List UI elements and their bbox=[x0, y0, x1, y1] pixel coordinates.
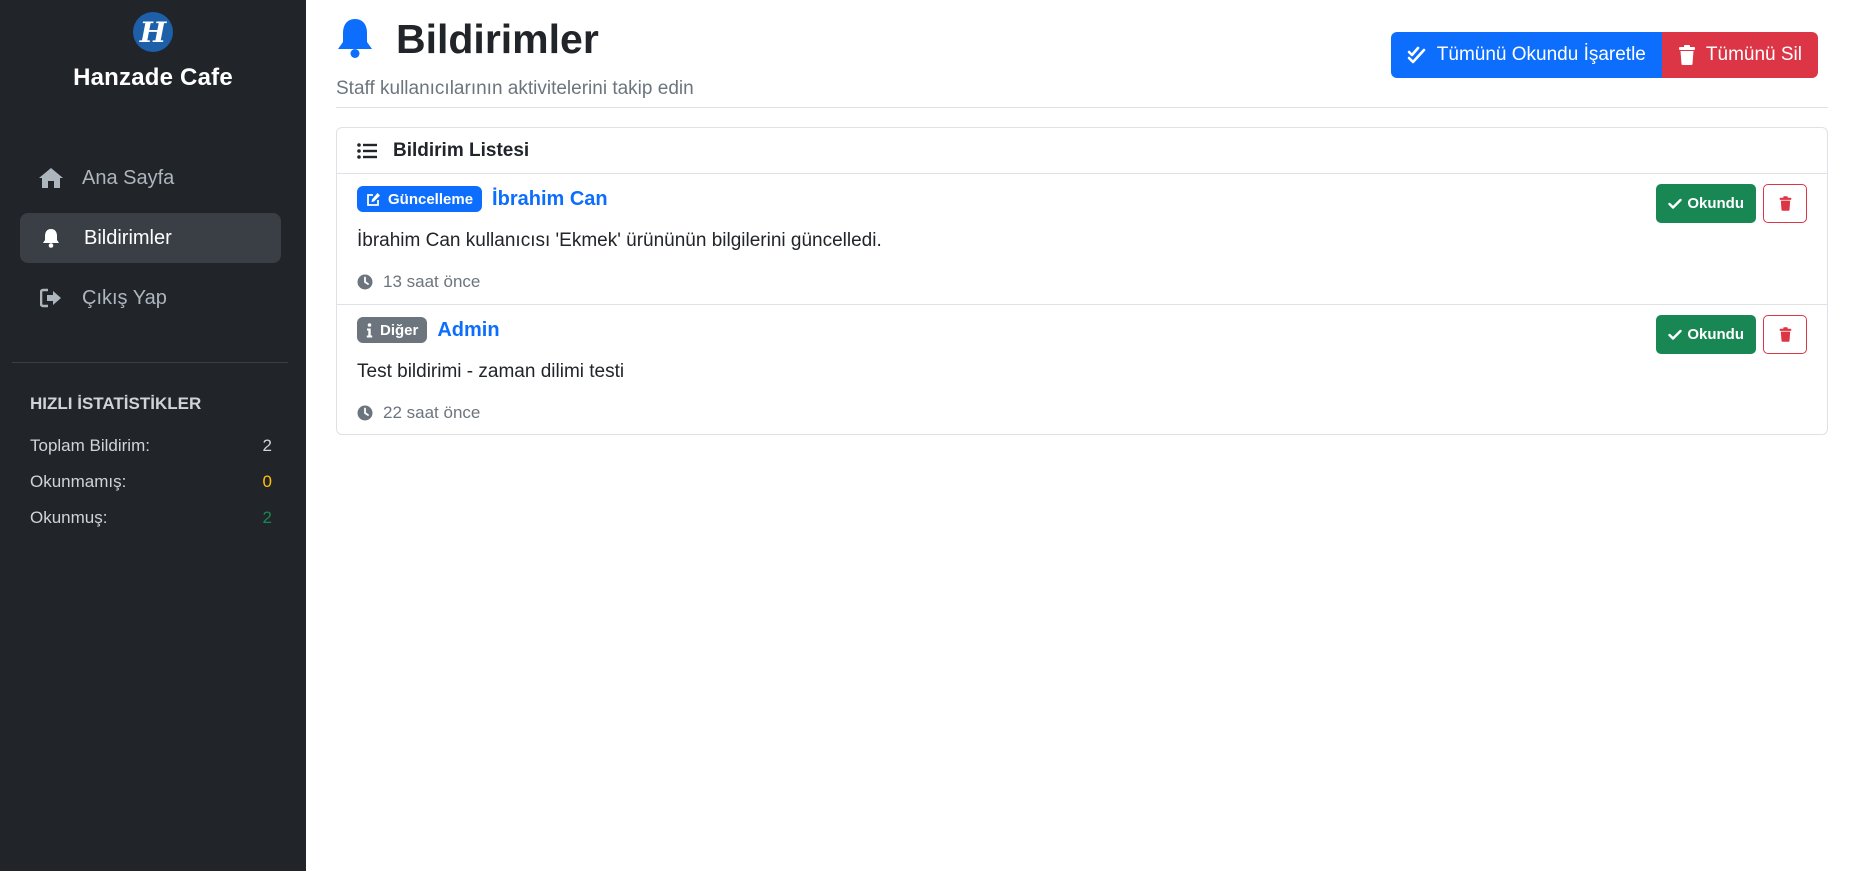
mark-read-label: Okundu bbox=[1687, 326, 1744, 343]
card-title: Bildirim Listesi bbox=[393, 139, 530, 161]
check-icon bbox=[1668, 329, 1683, 340]
notification-actions: Okundu bbox=[1656, 184, 1807, 223]
notification-item: Güncelleme İbrahim Can İbrahim Can kulla… bbox=[337, 174, 1827, 305]
brand: H Hanzade Cafe bbox=[0, 0, 306, 92]
stat-value: 2 bbox=[262, 436, 272, 455]
notification-user: Admin bbox=[437, 318, 500, 341]
mark-all-read-label: Tümünü Okundu İşaretle bbox=[1436, 44, 1646, 65]
home-icon bbox=[38, 165, 64, 191]
notification-message: Test bildirimi - zaman dilimi testi bbox=[357, 361, 625, 382]
delete-all-button[interactable]: Tümünü Sil bbox=[1661, 32, 1818, 78]
mark-read-label: Okundu bbox=[1687, 195, 1744, 212]
trash-icon bbox=[1779, 196, 1791, 211]
sidebar: H Hanzade Cafe Ana Sayfa Bildirimler Çık… bbox=[0, 0, 306, 871]
sidebar-divider bbox=[12, 362, 288, 363]
notification-header: Güncelleme İbrahim Can bbox=[357, 186, 1807, 212]
notification-list-card: Bildirim Listesi Güncelleme İbrahim Can … bbox=[336, 127, 1828, 435]
notification-actions: Okundu bbox=[1656, 315, 1807, 354]
clock-icon bbox=[357, 274, 373, 290]
trash-icon bbox=[1779, 327, 1791, 342]
brand-logo: H bbox=[133, 12, 173, 52]
stat-label: Okunmuş: bbox=[30, 508, 108, 527]
notification-message: İbrahim Can kullanıcısı 'Ekmek' ürününün… bbox=[357, 230, 882, 251]
sidebar-item-label: Çıkış Yap bbox=[82, 286, 167, 309]
badge-label: Diğer bbox=[380, 321, 419, 339]
stat-unread: Okunmamış: 0 bbox=[30, 464, 272, 500]
notification-header: Diğer Admin bbox=[357, 317, 1807, 343]
list-icon bbox=[357, 142, 377, 159]
mark-read-button[interactable]: Okundu bbox=[1656, 315, 1756, 354]
notification-type-badge: Güncelleme bbox=[357, 186, 483, 212]
sidebar-item-cikis-yap[interactable]: Çıkış Yap bbox=[20, 273, 281, 323]
quick-stats-title: HIZLI İSTATİSTİKLER bbox=[30, 394, 202, 413]
stat-label: Okunmamış: bbox=[30, 472, 127, 491]
main-content: Bildirimler Staff kullanıcılarının aktiv… bbox=[306, 0, 1856, 871]
sidebar-item-label: Bildirimler bbox=[84, 226, 172, 249]
delete-notification-button[interactable] bbox=[1763, 184, 1807, 223]
page-title: Bildirimler bbox=[396, 15, 599, 62]
notification-time: 13 saat önce bbox=[357, 272, 1807, 292]
edit-icon bbox=[367, 192, 380, 206]
bell-icon bbox=[336, 17, 376, 61]
notification-time-label: 13 saat önce bbox=[383, 272, 481, 291]
sidebar-item-bildirimler[interactable]: Bildirimler bbox=[20, 213, 281, 263]
header-actions: Tümünü Okundu İşaretle Tümünü Sil bbox=[1390, 32, 1818, 78]
page-subtitle: Staff kullanıcılarının aktivitelerini ta… bbox=[336, 78, 694, 99]
notification-time: 22 saat önce bbox=[357, 403, 1807, 423]
clock-icon bbox=[357, 405, 373, 421]
sidebar-item-label: Ana Sayfa bbox=[82, 166, 175, 189]
delete-notification-button[interactable] bbox=[1763, 315, 1807, 354]
sign-out-icon bbox=[38, 285, 64, 311]
notification-time-label: 22 saat önce bbox=[383, 403, 481, 422]
stat-label: Toplam Bildirim: bbox=[30, 436, 150, 455]
stat-value: 0 bbox=[262, 472, 272, 491]
check-icon bbox=[1668, 198, 1683, 209]
mark-read-button[interactable]: Okundu bbox=[1656, 184, 1756, 223]
badge-label: Güncelleme bbox=[388, 190, 474, 208]
notification-item: Diğer Admin Test bildirimi - zaman dilim… bbox=[337, 305, 1827, 434]
bell-icon bbox=[38, 225, 64, 251]
notification-type-badge: Diğer bbox=[357, 317, 428, 343]
stat-value: 2 bbox=[262, 508, 272, 527]
page-header: Bildirimler Staff kullanıcılarının aktiv… bbox=[336, 14, 1828, 108]
trash-icon bbox=[1678, 45, 1695, 65]
double-check-icon bbox=[1407, 46, 1426, 64]
notification-user: İbrahim Can bbox=[492, 187, 608, 210]
sidebar-item-ana-sayfa[interactable]: Ana Sayfa bbox=[20, 153, 281, 203]
delete-all-label: Tümünü Sil bbox=[1705, 44, 1802, 65]
card-header: Bildirim Listesi bbox=[337, 128, 1827, 174]
brand-name: Hanzade Cafe bbox=[73, 64, 233, 91]
stat-read: Okunmuş: 2 bbox=[30, 500, 272, 536]
quick-stats: HIZLI İSTATİSTİKLER Toplam Bildirim: 2 O… bbox=[30, 394, 272, 536]
stat-total: Toplam Bildirim: 2 bbox=[30, 428, 272, 464]
sidebar-nav: Ana Sayfa Bildirimler Çıkış Yap bbox=[20, 153, 281, 333]
mark-all-read-button[interactable]: Tümünü Okundu İşaretle bbox=[1390, 32, 1662, 78]
info-icon bbox=[366, 322, 373, 337]
